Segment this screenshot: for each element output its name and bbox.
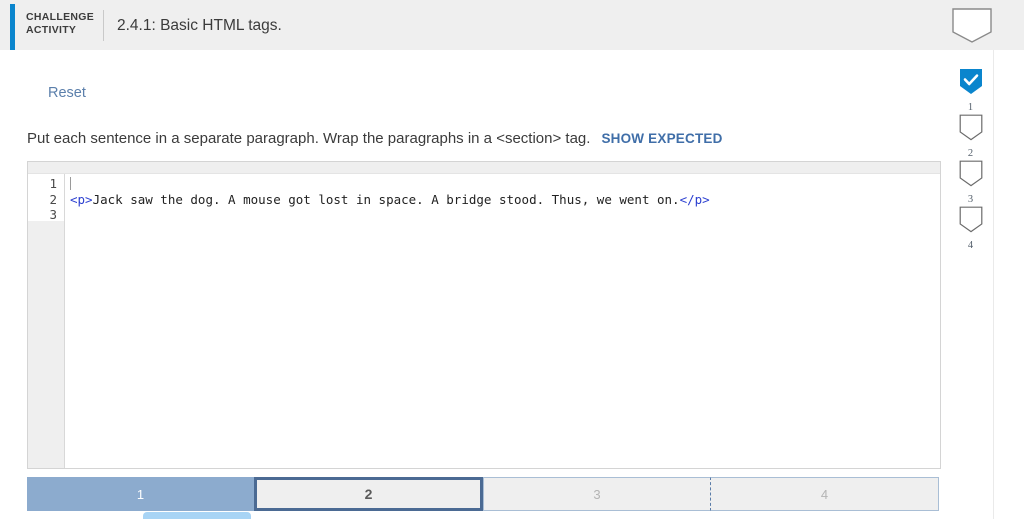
gutter-line-2: 2: [49, 191, 57, 207]
show-expected-button[interactable]: SHOW EXPECTED: [601, 131, 722, 146]
code-body-text: Jack saw the dog. A mouse got lost in sp…: [92, 191, 680, 207]
progress-marker-4-number: 4: [967, 240, 974, 251]
progress-marker-2[interactable]: 2: [948, 114, 993, 159]
pennant-outline-icon: [959, 114, 983, 145]
progress-rail: 1 2 3 4: [948, 60, 993, 260]
challenge-activity-page: CHALLENGE ACTIVITY 2.4.1: Basic HTML tag…: [0, 0, 1024, 519]
step-tab-2[interactable]: 2: [254, 477, 483, 511]
progress-marker-4[interactable]: 4: [948, 206, 993, 251]
code-line-2: <p>Jack saw the dog. A mouse got lost in…: [70, 192, 710, 208]
progress-marker-1[interactable]: 1: [948, 68, 993, 113]
header-divider: [103, 10, 104, 41]
editor-line-number-gutter: 1 2 3: [28, 174, 64, 468]
step-tab-4[interactable]: 4: [710, 477, 939, 511]
gutter-line-1: 1: [49, 176, 57, 191]
pennant-check-icon: [959, 69, 983, 99]
activity-prompt: Put each sentence in a separate paragrap…: [27, 130, 723, 147]
code-open-tag: <p>: [70, 191, 93, 207]
progress-marker-3-number: 3: [967, 194, 974, 205]
header-accent-bar: [10, 4, 15, 50]
rail-divider: [993, 50, 994, 519]
pennant-outline-icon: [959, 160, 983, 191]
code-editor[interactable]: 1 2 3 <p>Jack saw the dog. A mouse got l…: [27, 161, 941, 469]
progress-marker-1-number: 1: [967, 102, 974, 113]
progress-marker-2-number: 2: [967, 148, 974, 159]
code-close-tag: </p>: [679, 191, 710, 207]
next-step-button[interactable]: [143, 512, 251, 519]
step-tab-3[interactable]: 3: [483, 477, 711, 511]
text-caret: [70, 177, 71, 190]
code-text-area[interactable]: <p>Jack saw the dog. A mouse got lost in…: [65, 174, 940, 468]
progress-marker-3[interactable]: 3: [948, 160, 993, 205]
pennant-outline-icon[interactable]: [952, 8, 992, 49]
pennant-outline-icon: [959, 206, 983, 237]
activity-header: CHALLENGE ACTIVITY 2.4.1: Basic HTML tag…: [0, 0, 1024, 50]
reset-button[interactable]: Reset: [48, 85, 86, 101]
activity-kicker: CHALLENGE ACTIVITY: [26, 11, 95, 36]
gutter-line-3: 3: [49, 207, 57, 222]
activity-title: 2.4.1: Basic HTML tags.: [117, 17, 282, 34]
prompt-text: Put each sentence in a separate paragrap…: [27, 130, 591, 147]
step-tab-strip: 1 2 3 4: [27, 477, 939, 511]
editor-horizontal-scrollbar[interactable]: [28, 162, 940, 174]
step-tab-1[interactable]: 1: [27, 477, 254, 511]
